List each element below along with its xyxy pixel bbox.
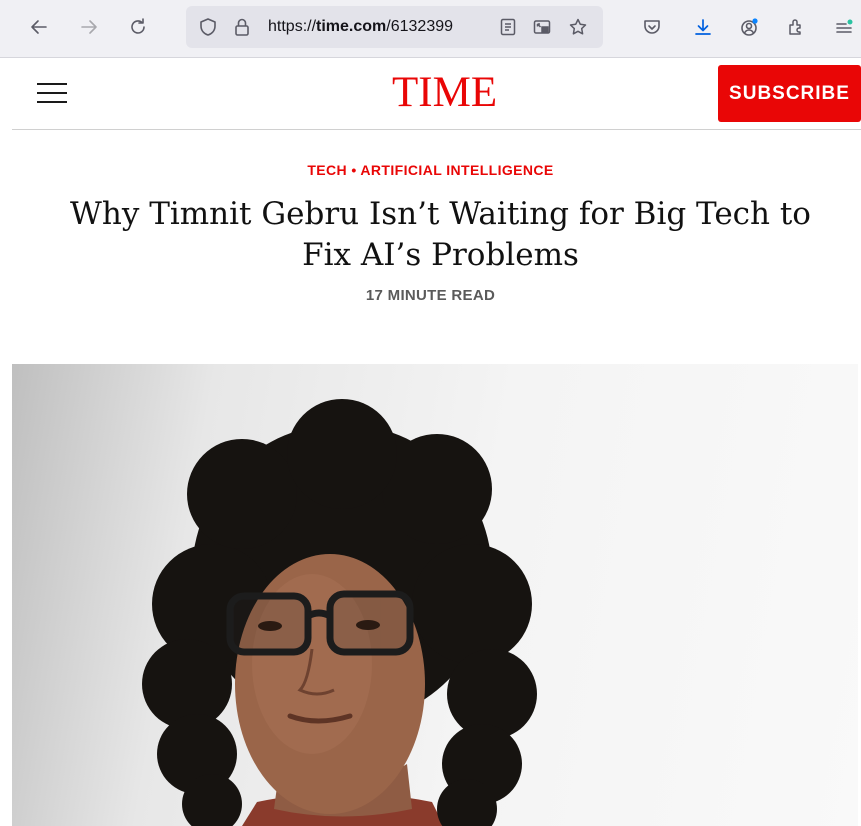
url-scheme: https:// <box>268 18 317 35</box>
browser-toolbar: https://time.com/6132399 <box>0 0 861 58</box>
bookmark-star-icon[interactable] <box>568 17 588 37</box>
article-kicker[interactable]: TECH • ARTIFICIAL INTELLIGENCE <box>0 162 861 178</box>
hamburger-menu-icon[interactable] <box>37 83 69 105</box>
url-path: /6132399 <box>386 18 454 35</box>
read-time: 17 MINUTE READ <box>365 287 496 304</box>
pocket-icon[interactable] <box>637 12 667 42</box>
hero-image <box>12 364 858 826</box>
subscribe-button[interactable]: SUBSCRIBE <box>718 65 861 122</box>
lock-icon[interactable] <box>232 17 252 37</box>
portrait-illustration <box>142 399 537 826</box>
extensions-icon[interactable] <box>781 12 811 42</box>
headline-line-2: Fix AI’s Problems <box>302 237 579 273</box>
address-bar[interactable]: https://time.com/6132399 <box>186 6 603 48</box>
download-icon[interactable] <box>688 12 718 42</box>
reload-icon[interactable] <box>123 12 153 42</box>
account-icon[interactable] <box>734 12 764 42</box>
url-domain: time.com <box>316 18 387 35</box>
picture-in-picture-icon[interactable] <box>532 17 552 37</box>
site-logo[interactable]: TIME <box>392 68 497 118</box>
reader-view-icon[interactable] <box>498 17 518 37</box>
app-menu-icon[interactable] <box>827 12 861 42</box>
headline-line-1: Why Timnit Gebru Isn’t Waiting for Big T… <box>70 196 811 232</box>
article-headline: Why Timnit Gebru Isn’t Waiting for Big T… <box>20 194 861 276</box>
shield-icon[interactable] <box>198 17 218 37</box>
forward-icon[interactable] <box>74 12 104 42</box>
site-header: TIME SUBSCRIBE <box>12 58 861 130</box>
back-icon[interactable] <box>24 12 54 42</box>
